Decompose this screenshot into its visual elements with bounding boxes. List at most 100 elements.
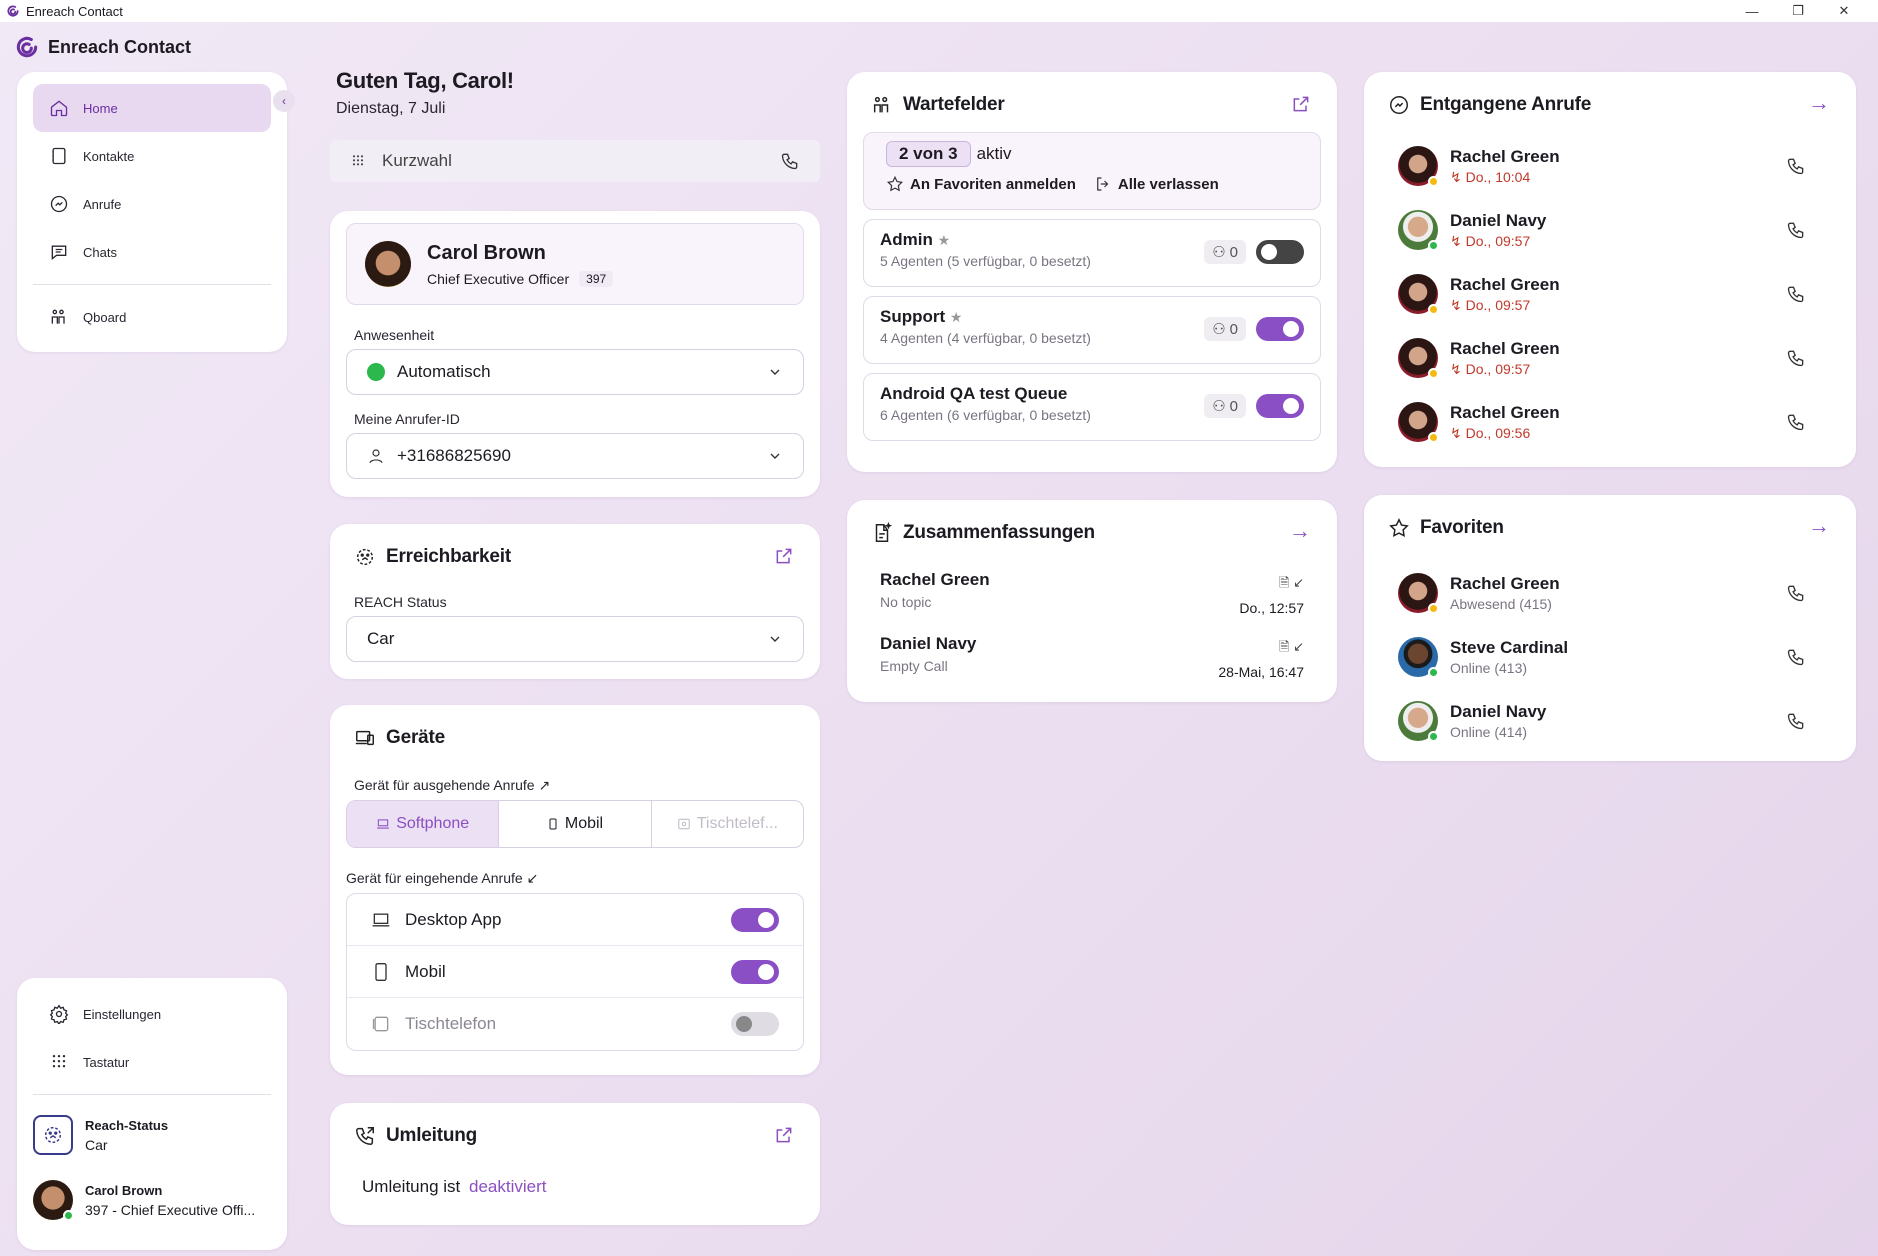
arrow-right-icon[interactable]: → xyxy=(1808,90,1830,116)
extension-badge: 397 xyxy=(579,270,614,287)
list-item[interactable]: Steve Cardinal Online (413) xyxy=(1380,625,1840,689)
presence-select[interactable]: Automatisch xyxy=(346,349,804,395)
contact-name: Rachel Green xyxy=(1450,274,1560,294)
external-link-icon[interactable] xyxy=(774,546,794,566)
keypad-icon xyxy=(352,155,364,166)
queue-toggle[interactable] xyxy=(1256,394,1304,418)
app-header: Enreach Contact xyxy=(14,32,191,62)
sidebar-item-label: Anrufe xyxy=(83,196,122,212)
contacts-icon xyxy=(52,147,66,165)
sidebar-item-home[interactable]: Home xyxy=(33,84,271,132)
list-item[interactable]: Daniel Navy Online (414) xyxy=(1380,689,1840,753)
desktop-app-toggle[interactable] xyxy=(731,908,779,932)
deskphone-icon xyxy=(372,1016,389,1032)
arrow-right-icon[interactable]: → xyxy=(1808,513,1830,539)
outgoing-mobil-option[interactable]: Mobil xyxy=(499,801,652,847)
avatar xyxy=(33,1180,74,1221)
arrow-right-icon[interactable]: → xyxy=(1289,518,1311,544)
redirect-state-link[interactable]: deaktiviert xyxy=(469,1177,546,1196)
user-profile-item[interactable]: Carol Brown 397 - Chief Executive Offi..… xyxy=(33,1167,271,1233)
phone-icon[interactable] xyxy=(1786,412,1806,432)
summary-item[interactable]: Daniel Navy Empty Call 🗎 ↙ 28-Mai, 16:47 xyxy=(863,634,1321,698)
user-icon xyxy=(369,449,383,464)
summary-item[interactable]: Rachel Green No topic 🗎 ↙ Do., 12:57 xyxy=(863,570,1321,634)
current-date: Dienstag, 7 Juli xyxy=(336,100,446,117)
queues-active-badge: 2 von 3 xyxy=(886,141,971,167)
reach-status-item[interactable]: Reach-Status Car xyxy=(33,1103,271,1167)
reach-status-select[interactable]: Car xyxy=(346,616,804,662)
leave-all-button[interactable]: Alle verlassen xyxy=(1094,175,1219,193)
list-item[interactable]: Rachel Green ↯ Do., 09:56 xyxy=(1380,390,1840,454)
phone-icon[interactable] xyxy=(1786,284,1806,304)
queue-item: Admin ★ 5 Agenten (5 verfügbar, 0 besetz… xyxy=(863,219,1321,287)
summaries-card: Zusammenfassungen → Rachel Green No topi… xyxy=(847,500,1337,702)
app-name: Enreach Contact xyxy=(48,36,192,57)
incoming-deskphone-row: Tischtelefon xyxy=(347,998,803,1050)
sidebar-item-chats[interactable]: Chats xyxy=(33,228,271,276)
presence-status-dot xyxy=(367,363,385,381)
app-logo-icon xyxy=(7,5,19,17)
status-dot xyxy=(1428,176,1439,187)
phone-icon[interactable] xyxy=(1786,156,1806,176)
mobile-toggle[interactable] xyxy=(731,960,779,984)
favorites-card: Favoriten → Rachel Green Abwesend (415) St… xyxy=(1364,495,1856,761)
user-name: Carol Brown xyxy=(85,1182,163,1198)
callerid-label: Meine Anrufer-ID xyxy=(354,411,460,427)
status-dot xyxy=(1428,603,1439,614)
chevron-down-icon xyxy=(770,453,780,459)
phone-icon[interactable] xyxy=(1786,220,1806,240)
avatar xyxy=(1398,402,1439,443)
minimize-button[interactable]: — xyxy=(1729,0,1775,22)
phone-icon[interactable] xyxy=(1786,348,1806,368)
keypad-item[interactable]: Tastatur xyxy=(33,1038,271,1086)
avatar xyxy=(1398,573,1439,614)
list-item[interactable]: Rachel Green ↯ Do., 09:57 xyxy=(1380,326,1840,390)
outgoing-softphone-option[interactable]: Softphone xyxy=(347,801,500,847)
phone-icon[interactable] xyxy=(1786,583,1806,603)
contact-name: Daniel Navy xyxy=(1450,210,1547,230)
phone-icon[interactable] xyxy=(780,151,800,171)
profile-role: Chief Executive Officer xyxy=(427,270,570,287)
avatar xyxy=(1398,274,1439,315)
restore-button[interactable]: ❐ xyxy=(1775,0,1821,22)
reach-status-value: Car xyxy=(85,1136,108,1153)
queue-icon xyxy=(873,96,889,113)
list-item[interactable]: Rachel Green ↯ Do., 10:04 xyxy=(1380,134,1840,198)
status-dot xyxy=(1428,432,1439,443)
queues-active-label: aktiv xyxy=(976,144,1012,163)
contact-subtitle: Do., 10:04 xyxy=(1465,168,1531,185)
sidebar-item-anrufe[interactable]: Anrufe xyxy=(33,180,271,228)
sidebar-item-kontakte[interactable]: Kontakte xyxy=(33,132,271,180)
queue-toggle[interactable] xyxy=(1256,317,1304,341)
callerid-select[interactable]: +31686825690 xyxy=(346,433,804,479)
sidebar-divider xyxy=(33,284,271,285)
phone-icon[interactable] xyxy=(1786,711,1806,731)
close-button[interactable]: ✕ xyxy=(1821,0,1867,22)
leave-all-label: Alle verlassen xyxy=(1117,175,1219,193)
external-link-icon[interactable] xyxy=(774,1125,794,1145)
queue-toggle[interactable] xyxy=(1256,240,1304,264)
list-item[interactable]: Daniel Navy ↯ Do., 09:57 xyxy=(1380,198,1840,262)
star-icon[interactable]: ★ xyxy=(938,232,951,248)
outgoing-deskphone-option[interactable]: Tischtelef... xyxy=(652,801,803,847)
speed-dial-input[interactable]: Kurzwahl xyxy=(330,140,820,182)
presence-value: Automatisch xyxy=(397,362,491,381)
queue-people-icon: ⚇ xyxy=(1212,398,1226,415)
collapse-sidebar-button[interactable]: ‹ xyxy=(273,90,295,112)
deskphone-toggle[interactable] xyxy=(731,1012,779,1036)
sidebar-nav: ‹ Home Kontakte Anrufe Chats Qboard xyxy=(17,72,295,352)
external-link-icon[interactable] xyxy=(1291,94,1311,114)
list-item[interactable]: Rachel Green Abwesend (415) xyxy=(1380,561,1840,625)
contact-name: Rachel Green xyxy=(1450,338,1560,358)
redirect-text: Umleitung ist xyxy=(362,1177,461,1196)
settings-item[interactable]: Einstellungen xyxy=(33,990,271,1038)
presence-label: Anwesenheit xyxy=(354,327,435,343)
favorites-signin-button[interactable]: An Favoriten anmelden xyxy=(886,175,1076,193)
summary-call-type-icon: 🗎 ↙ xyxy=(1279,639,1304,654)
phone-icon[interactable] xyxy=(1786,647,1806,667)
star-icon[interactable]: ★ xyxy=(950,309,963,325)
avatar xyxy=(1398,338,1439,379)
contact-subtitle: Do., 09:56 xyxy=(1465,424,1531,441)
sidebar-item-qboard[interactable]: Qboard xyxy=(33,293,271,341)
list-item[interactable]: Rachel Green ↯ Do., 09:57 xyxy=(1380,262,1840,326)
